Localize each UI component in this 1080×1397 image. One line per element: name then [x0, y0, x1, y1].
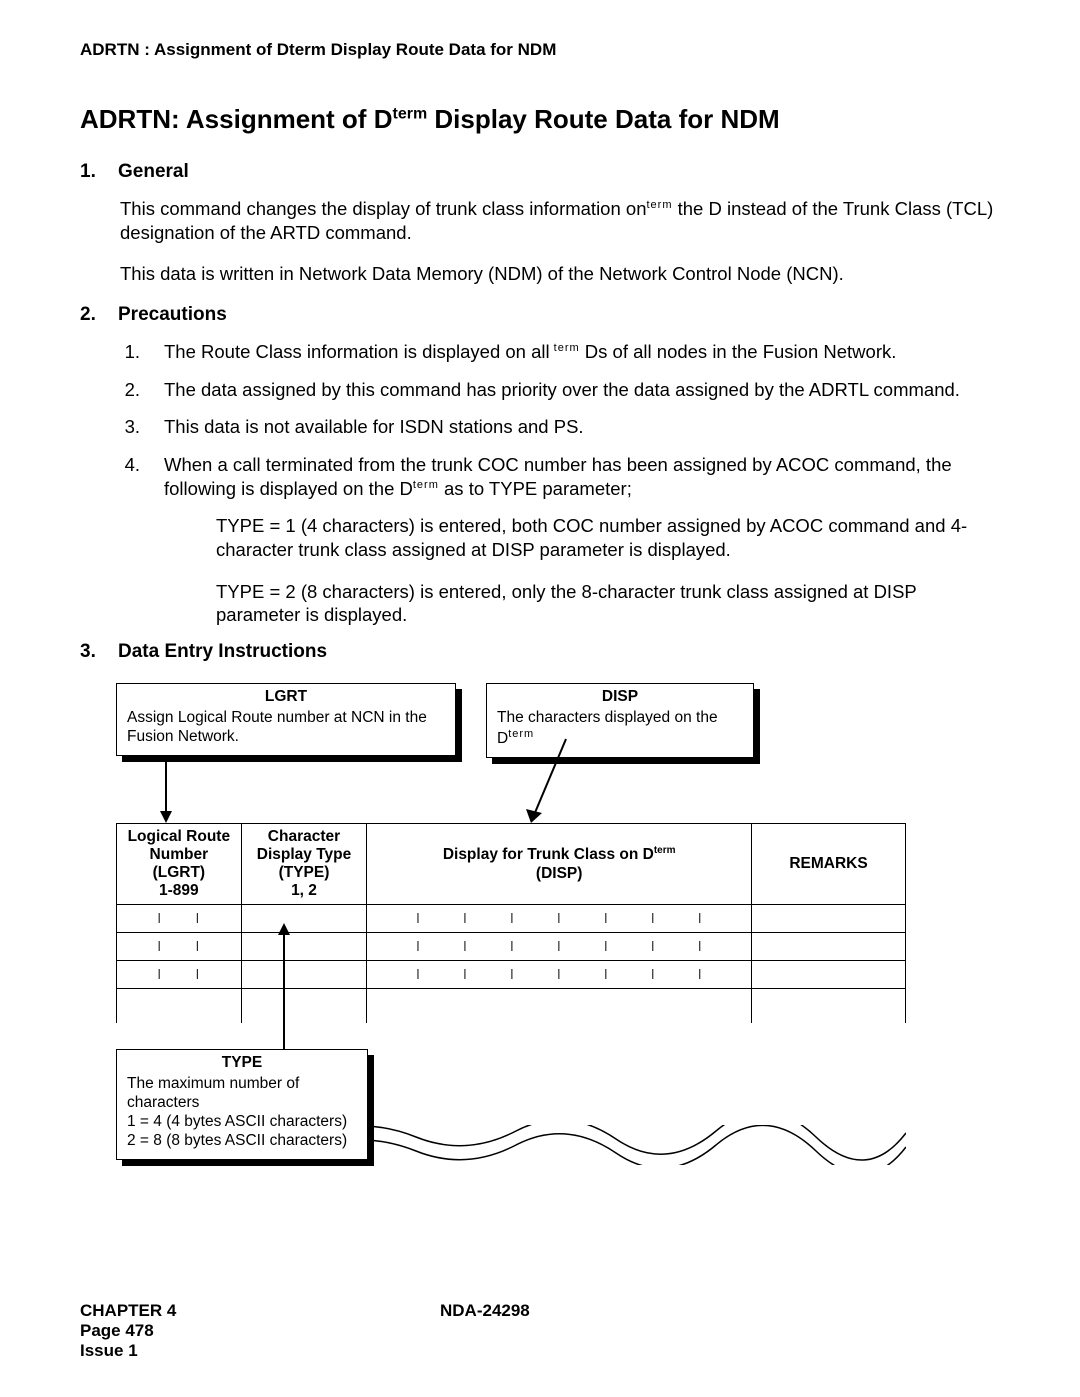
section-1-title: General	[118, 161, 189, 183]
th-line: (TYPE)	[279, 864, 330, 881]
footer-issue: Issue 1	[80, 1341, 440, 1361]
callout-disp-title: DISP	[497, 688, 743, 707]
cell	[117, 961, 242, 989]
callout-type-title: TYPE	[127, 1054, 357, 1073]
cell	[241, 933, 367, 961]
title-post: Display Route Data for NDM	[427, 104, 780, 134]
page-title: ADRTN: Assignment of Dterm Display Route…	[80, 104, 1000, 135]
cell	[241, 905, 367, 933]
th-disp: Display for Trunk Class on Dterm (DISP)	[367, 824, 752, 905]
text-fragment: as to TYPE parameter;	[439, 478, 632, 499]
cell	[117, 933, 242, 961]
cell	[752, 989, 906, 1023]
cell	[367, 989, 752, 1023]
list-number: 4.	[120, 453, 140, 627]
th-line: Number	[150, 846, 209, 863]
precautions-list: 1. The Route Class information is displa…	[120, 340, 1000, 627]
footer-page: Page 478	[80, 1321, 440, 1341]
title-pre: ADRTN: Assignment of D	[80, 104, 392, 134]
callout-type-line-3: 2 = 8 (8 bytes ASCII characters)	[127, 1132, 357, 1151]
th-line: (LGRT)	[153, 864, 206, 881]
arrow-lgrt	[156, 755, 216, 825]
cell	[241, 961, 367, 989]
callout-type: TYPE The maximum number of characters 1 …	[116, 1049, 368, 1160]
superscript-fragment: term	[654, 845, 676, 856]
th-line: Display Type	[257, 846, 351, 863]
text-fragment: The Route Class information is displayed…	[164, 341, 550, 362]
precaution-4-sub-1: TYPE = 1 (4 characters) is entered, both…	[216, 514, 1000, 561]
entry-table: Logical Route Number (LGRT) 1-899 Charac…	[116, 823, 906, 1023]
text-fragment: Ds of all nodes in the Fusion Network.	[580, 341, 897, 362]
page-footer: CHAPTER 4 Page 478 Issue 1 NDA-24298	[80, 1301, 1000, 1361]
section-3-title: Data Entry Instructions	[118, 641, 327, 663]
cell	[752, 905, 906, 933]
section-3-heading: 3. Data Entry Instructions	[80, 641, 1000, 663]
cell	[752, 961, 906, 989]
list-body: The Route Class information is displayed…	[164, 340, 1000, 364]
precaution-4-sub-2: TYPE = 2 (8 characters) is entered, only…	[216, 580, 1000, 627]
list-number: 3.	[120, 415, 140, 439]
callout-lgrt: LGRT Assign Logical Route number at NCN …	[116, 683, 456, 756]
list-body: The data assigned by this command has pr…	[164, 378, 1000, 402]
list-number: 2.	[120, 378, 140, 402]
callout-disp: DISP The characters displayed on the Dte…	[486, 683, 754, 758]
cell	[367, 933, 752, 961]
th-line: 1, 2	[291, 882, 317, 899]
table-row	[117, 961, 906, 989]
page-header: ADRTN : Assignment of Dterm Display Rout…	[80, 40, 1000, 60]
superscript-fragment: term	[550, 342, 580, 354]
section-3-number: 3.	[80, 641, 100, 663]
precaution-item-2: 2. The data assigned by this command has…	[120, 378, 1000, 402]
callout-lgrt-title: LGRT	[127, 688, 445, 707]
cell	[367, 905, 752, 933]
cell	[117, 989, 242, 1023]
precaution-item-4: 4. When a call terminated from the trunk…	[120, 453, 1000, 627]
callout-type-line-1: The maximum number of characters	[127, 1075, 357, 1113]
section-1-heading: 1. General	[80, 161, 1000, 183]
th-type: Character Display Type (TYPE) 1, 2	[241, 824, 367, 905]
general-paragraph-1: This command changes the display of trun…	[120, 197, 1000, 244]
callout-type-line-2: 1 = 4 (4 bytes ASCII characters)	[127, 1113, 357, 1132]
cell	[117, 905, 242, 933]
table-row	[117, 905, 906, 933]
th-line: Display for Trunk Class on D	[443, 847, 654, 864]
table-row	[117, 989, 906, 1023]
precaution-item-1: 1. The Route Class information is displa…	[120, 340, 1000, 364]
section-2-number: 2.	[80, 304, 100, 326]
section-1-number: 1.	[80, 161, 100, 183]
th-lgrt: Logical Route Number (LGRT) 1-899	[117, 824, 242, 905]
precaution-item-3: 3. This data is not available for ISDN s…	[120, 415, 1000, 439]
th-line: (DISP)	[536, 865, 583, 882]
list-number: 1.	[120, 340, 140, 364]
callout-lgrt-body: Assign Logical Route number at NCN in th…	[127, 709, 445, 747]
section-2-title: Precautions	[118, 304, 227, 326]
footer-chapter: CHAPTER 4	[80, 1301, 440, 1321]
callout-disp-body: The characters displayed on the Dterm	[497, 709, 743, 749]
section-2-heading: 2. Precautions	[80, 304, 1000, 326]
general-paragraph-2: This data is written in Network Data Mem…	[120, 262, 1000, 286]
th-line: 1-899	[159, 882, 199, 899]
table-row	[117, 933, 906, 961]
data-entry-diagram: LGRT Assign Logical Route number at NCN …	[116, 683, 1000, 1163]
footer-doc-id: NDA-24298	[440, 1301, 1000, 1321]
superscript-fragment: term	[646, 199, 672, 211]
list-body: When a call terminated from the trunk CO…	[164, 453, 1000, 627]
th-line: Character	[268, 828, 340, 845]
cell	[241, 989, 367, 1023]
entry-table-wrap: Logical Route Number (LGRT) 1-899 Charac…	[116, 823, 906, 1023]
superscript-fragment: term	[413, 479, 439, 491]
cell	[752, 933, 906, 961]
title-superscript: term	[392, 105, 427, 122]
list-body: This data is not available for ISDN stat…	[164, 415, 1000, 439]
th-remarks: REMARKS	[752, 824, 906, 905]
th-line: Logical Route	[128, 828, 230, 845]
superscript-fragment: term	[508, 728, 534, 740]
cell	[367, 961, 752, 989]
text-fragment: This command changes the display of trun…	[120, 198, 646, 219]
